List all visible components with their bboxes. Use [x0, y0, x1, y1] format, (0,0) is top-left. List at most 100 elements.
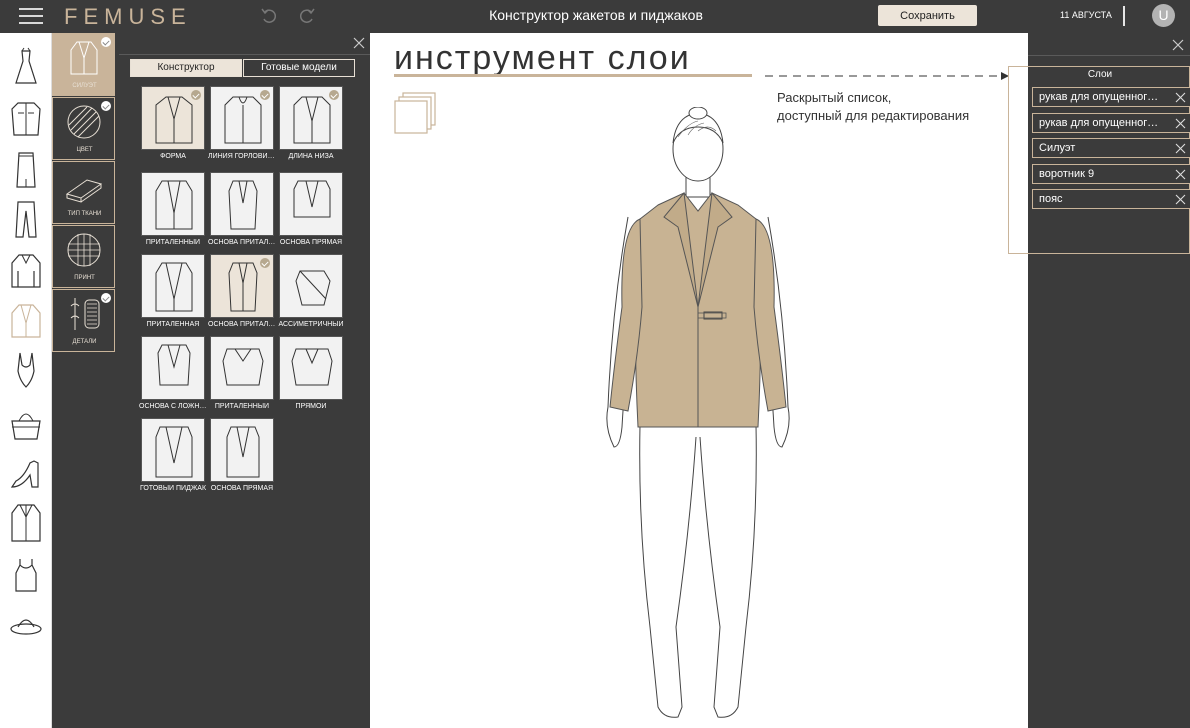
layer-row[interactable]: пояс	[1032, 189, 1190, 209]
category-color[interactable]: ЦВЕТ	[52, 97, 115, 160]
bag-icon[interactable]	[8, 403, 44, 443]
catalog-tile-label: ДЛИНА НИЗА	[288, 153, 334, 160]
save-button[interactable]: Сохранить	[878, 5, 977, 26]
category-silhouette[interactable]: СИЛУЭТ	[52, 33, 115, 96]
catalog-panel: Конструктор Готовые модели ФОРМА ЛИНИЯ ГО…	[119, 33, 370, 728]
fabric-icon	[65, 179, 103, 203]
tab-constructor[interactable]: Конструктор	[130, 59, 242, 77]
layer-row[interactable]: Силуэт	[1032, 138, 1190, 158]
close-icon[interactable]	[353, 37, 365, 49]
catalog-tile[interactable]	[210, 172, 274, 236]
catalog-tile[interactable]	[210, 254, 274, 318]
layer-name: воротник 9	[1039, 167, 1095, 180]
shirt-icon[interactable]	[8, 99, 44, 139]
heading-underline	[394, 74, 752, 77]
catalog-tile-label: ОСНОВА ПРЯМАЯ	[279, 239, 343, 246]
color-icon	[67, 105, 101, 139]
catalog-tile-label: ЛИНИЯ ГОРЛОВИНЫ	[208, 153, 276, 160]
catalog-tile[interactable]	[141, 336, 205, 400]
jacket-icon[interactable]	[8, 301, 44, 341]
category-fabric[interactable]: ТИП ТКАНИ	[52, 161, 115, 224]
redo-icon[interactable]	[297, 6, 317, 26]
check-icon	[101, 37, 111, 47]
category-details[interactable]: ДЕТАЛИ	[52, 289, 115, 352]
mannequin-figure	[606, 107, 790, 718]
tab-ready-models[interactable]: Готовые модели	[243, 59, 355, 77]
menu-icon[interactable]	[19, 8, 43, 24]
category-label: СИЛУЭТ	[72, 83, 97, 89]
garment-sketch-icon	[291, 348, 333, 386]
avatar[interactable]: U	[1152, 4, 1175, 27]
layer-name: рукав для опущенного плеча	[1039, 91, 1163, 103]
category-tabs: СИЛУЭТ ЦВЕТ ТИП ТКАНИ ПРИНТ ДЕТАЛИ	[52, 33, 115, 352]
layer-row[interactable]: воротник 9	[1032, 163, 1190, 184]
heel-shoe-icon[interactable]	[8, 453, 44, 493]
tank-top-icon[interactable]	[8, 555, 44, 595]
layers-title: Слои	[1087, 69, 1113, 80]
swimsuit-icon[interactable]	[8, 351, 44, 391]
delete-icon[interactable]	[1175, 92, 1186, 103]
catalog-tile[interactable]	[279, 336, 343, 400]
garment-sketch-icon	[155, 180, 193, 230]
annotation-line: доступный для редактирования	[777, 108, 970, 123]
check-icon	[329, 90, 339, 100]
category-label: ТИП ТКАНИ	[67, 211, 102, 217]
layers-icon[interactable]	[393, 91, 437, 135]
check-icon	[191, 90, 201, 100]
catalog-tile[interactable]	[141, 418, 205, 482]
catalog-tile-label: ОСНОВА ПРЯМАЯ	[210, 485, 274, 492]
catalog-tile[interactable]	[279, 254, 343, 318]
garment-sketch-icon	[222, 348, 264, 386]
garment-sketch-icon	[295, 270, 331, 306]
layers-list: Слои рукав для опущенного плеча рукав для…	[1008, 66, 1190, 254]
catalog-tile[interactable]	[210, 86, 274, 150]
check-icon	[260, 90, 270, 100]
catalog-tile-label: АССИМЕТРИЧНЫЙ	[278, 321, 344, 328]
close-icon[interactable]	[1172, 39, 1184, 51]
catalog-tile[interactable]	[210, 418, 274, 482]
app-window: FEMUSE Конструктор жакетов и пиджаков Со…	[0, 0, 1190, 728]
garment-sketch-icon	[228, 262, 258, 312]
delete-icon[interactable]	[1175, 118, 1186, 129]
category-print[interactable]: ПРИНТ	[52, 225, 115, 288]
header-divider	[1123, 6, 1125, 26]
catalog-tile-label: ОСНОВА ПРИТАЛЕННАЯ	[208, 321, 276, 328]
delete-icon[interactable]	[1175, 194, 1186, 205]
catalog-tile[interactable]	[279, 172, 343, 236]
sweater-icon[interactable]	[8, 251, 44, 291]
check-icon	[260, 258, 270, 268]
catalog-tile[interactable]	[141, 172, 205, 236]
design-canvas[interactable]: инструмент слои Раскрытый список, доступ…	[370, 33, 1028, 728]
garment-sketch-icon	[224, 96, 262, 144]
garment-sketch-icon	[293, 180, 331, 218]
catalog-tile-label: ОСНОВА С ЛОЖНЫМ	[139, 403, 207, 410]
catalog-tile-label: ПРЯМОЙ	[295, 403, 327, 410]
app-title: Конструктор жакетов и пиджаков	[489, 7, 703, 23]
coat-icon[interactable]	[8, 503, 44, 543]
catalog-tile-label: ОСНОВА ПРИТАЛЕННАЯ	[208, 239, 276, 246]
trousers-icon[interactable]	[8, 199, 44, 239]
delete-icon[interactable]	[1175, 143, 1186, 154]
catalog-tile-label: ПРИТАЛЕННЫЙ	[214, 403, 270, 410]
logo: FEMUSE	[64, 4, 192, 29]
catalog-tile[interactable]	[141, 86, 205, 150]
catalog-tile-label: ФОРМА	[160, 153, 186, 160]
dress-icon[interactable]	[8, 47, 44, 87]
hat-icon[interactable]	[8, 605, 44, 645]
divider	[1028, 55, 1190, 56]
garment-sketch-icon	[226, 426, 260, 478]
garment-type-rail	[0, 33, 52, 728]
dashed-arrow	[765, 72, 1009, 80]
skirt-icon[interactable]	[8, 149, 44, 189]
catalog-tile[interactable]	[279, 86, 343, 150]
garment-sketch-icon	[155, 262, 193, 312]
layer-row[interactable]: рукав для опущенного плеча	[1032, 112, 1190, 133]
catalog-tile[interactable]	[210, 336, 274, 400]
check-icon	[101, 293, 111, 303]
garment-sketch-icon	[228, 180, 258, 230]
garment-sketch-icon	[157, 344, 191, 386]
catalog-tile[interactable]	[141, 254, 205, 318]
layer-row[interactable]: рукав для опущенного плеча	[1032, 87, 1190, 107]
undo-icon[interactable]	[259, 6, 279, 26]
delete-icon[interactable]	[1175, 169, 1186, 180]
